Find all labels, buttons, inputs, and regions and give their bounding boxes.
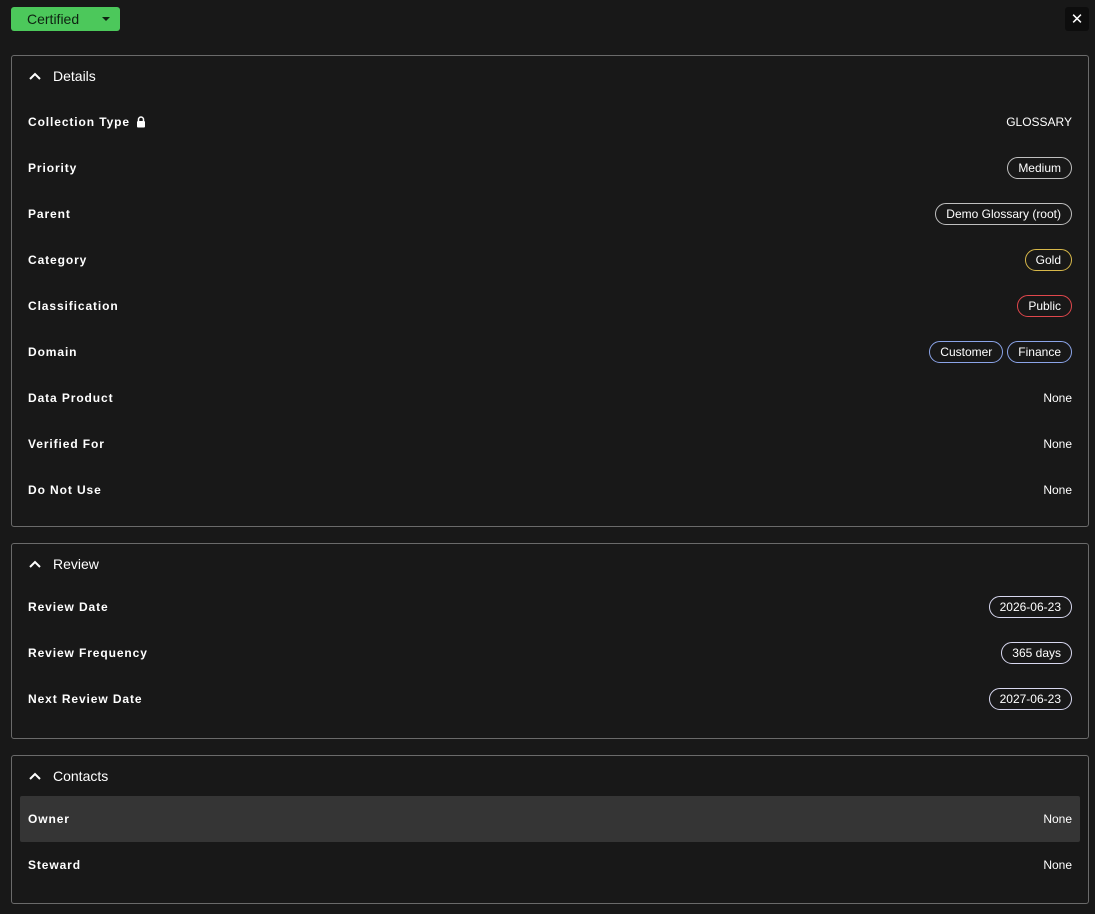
review-date-chip[interactable]: 2026-06-23: [988, 596, 1072, 618]
details-title: Details: [53, 68, 96, 84]
chevron-up-icon: [28, 69, 42, 83]
owner-value: None: [1043, 812, 1072, 826]
status-label: Certified: [27, 11, 80, 27]
lock-icon: [136, 116, 146, 128]
classification-label: Classification: [28, 299, 119, 313]
do-not-use-row: Do Not Use None: [20, 467, 1080, 513]
verified-for-label: Verified For: [28, 437, 105, 451]
contacts-header[interactable]: Contacts: [12, 756, 1088, 796]
review-date-label: Review Date: [28, 600, 109, 614]
top-toolbar: Certified ✕: [11, 7, 1089, 31]
verified-for-row: Verified For None: [20, 421, 1080, 467]
caret-down-icon[interactable]: [92, 7, 120, 31]
review-frequency-label: Review Frequency: [28, 646, 148, 660]
data-product-value: None: [1043, 391, 1072, 405]
certification-status-dropdown[interactable]: Certified: [11, 7, 120, 31]
review-date-row: Review Date 2026-06-23: [20, 584, 1080, 630]
chevron-up-icon: [28, 557, 42, 571]
steward-row[interactable]: Steward None: [20, 842, 1080, 888]
contacts-title: Contacts: [53, 768, 109, 784]
collection-type-label: Collection Type: [28, 115, 130, 129]
category-row: Category Gold: [20, 237, 1080, 283]
steward-label: Steward: [28, 858, 81, 872]
domain-chip-finance[interactable]: Finance: [1007, 341, 1072, 363]
close-icon: ✕: [1070, 11, 1084, 28]
domain-label: Domain: [28, 345, 78, 359]
data-product-label: Data Product: [28, 391, 114, 405]
owner-row[interactable]: Owner None: [20, 796, 1080, 842]
do-not-use-label: Do Not Use: [28, 483, 102, 497]
details-header[interactable]: Details: [12, 56, 1088, 96]
priority-label: Priority: [28, 161, 78, 175]
parent-label: Parent: [28, 207, 71, 221]
domain-row: Domain Customer Finance: [20, 329, 1080, 375]
parent-row: Parent Demo Glossary (root): [20, 191, 1080, 237]
next-review-date-label: Next Review Date: [28, 692, 143, 706]
domain-chips: Customer Finance: [929, 341, 1072, 363]
next-review-date-row: Next Review Date 2027-06-23: [20, 676, 1080, 722]
classification-row: Classification Public: [20, 283, 1080, 329]
collection-type-value: GLOSSARY: [1006, 115, 1072, 129]
review-title: Review: [53, 556, 99, 572]
review-header[interactable]: Review: [12, 544, 1088, 584]
classification-chip[interactable]: Public: [1017, 295, 1072, 317]
data-product-row: Data Product None: [20, 375, 1080, 421]
owner-label: Owner: [28, 812, 70, 826]
contacts-panel: Contacts Owner None Steward None: [11, 755, 1089, 904]
domain-chip-customer[interactable]: Customer: [929, 341, 1004, 363]
category-chip[interactable]: Gold: [1024, 249, 1072, 271]
priority-chip[interactable]: Medium: [1007, 157, 1072, 179]
do-not-use-value: None: [1043, 483, 1072, 497]
review-panel: Review Review Date 2026-06-23 Review Fre…: [11, 543, 1089, 739]
collection-type-row: Collection Type GLOSSARY: [20, 99, 1080, 145]
priority-row: Priority Medium: [20, 145, 1080, 191]
verified-for-value: None: [1043, 437, 1072, 451]
review-frequency-row: Review Frequency 365 days: [20, 630, 1080, 676]
close-button[interactable]: ✕: [1065, 7, 1089, 31]
review-frequency-chip[interactable]: 365 days: [1001, 642, 1072, 664]
details-panel: Details Collection Type GLOSSARY Priorit…: [11, 55, 1089, 527]
chevron-up-icon: [28, 769, 42, 783]
steward-value: None: [1043, 858, 1072, 872]
category-label: Category: [28, 253, 88, 267]
next-review-date-chip[interactable]: 2027-06-23: [988, 688, 1072, 710]
parent-chip[interactable]: Demo Glossary (root): [935, 203, 1072, 225]
